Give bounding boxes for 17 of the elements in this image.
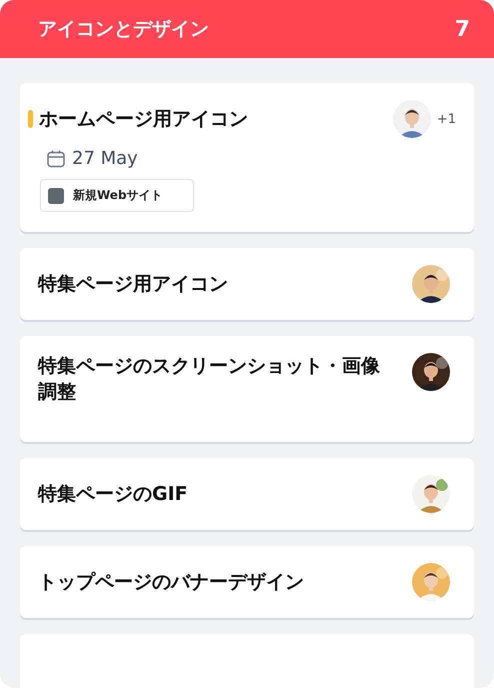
task-title: 特集ページ用アイコン (38, 272, 228, 297)
tag-label: 新規Webサイト (73, 187, 163, 204)
task-card[interactable]: 特集ページのGIF (20, 458, 474, 530)
task-title: 特集ページのGIF (38, 482, 188, 507)
task-card[interactable]: ホームページ用アイコン +1 27 May 新規Webサイト (20, 83, 474, 232)
task-card[interactable]: 特集ページ用アイコン (20, 248, 474, 320)
calendar-icon (46, 148, 66, 168)
task-title: トップページのバナーデザイン (38, 570, 304, 595)
task-title: 特集ページのスクリーンショット・画像調整 (38, 354, 381, 406)
column-title: アイコンとデザイン (38, 17, 209, 42)
task-card[interactable]: トップページのバナーデザイン (20, 546, 474, 618)
task-card[interactable]: 特集ページのスクリーンショット・画像調整 (20, 336, 474, 442)
due-date: 27 May (72, 148, 138, 169)
task-title: ホームページ用アイコン (39, 106, 248, 132)
project-tag[interactable]: 新規Webサイト (40, 179, 194, 212)
task-count: 7 (454, 16, 470, 42)
extra-assignee-count: +1 (436, 112, 456, 126)
